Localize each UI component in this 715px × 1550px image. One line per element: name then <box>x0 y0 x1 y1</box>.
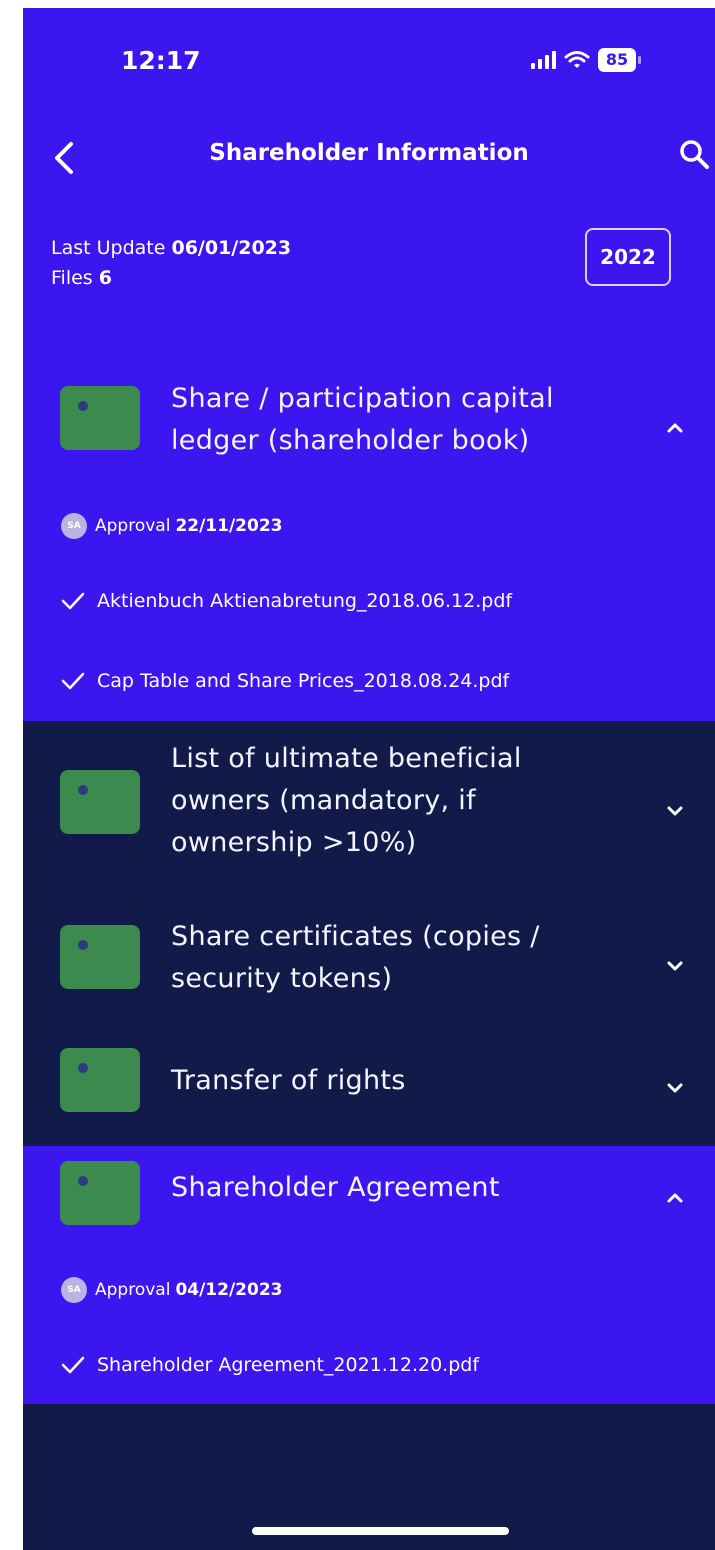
checkmark-icon <box>61 672 85 690</box>
section-title-line: ownership >10%) <box>171 827 417 858</box>
checkmark-icon <box>61 592 85 610</box>
last-update-value: 06/01/2023 <box>171 237 292 259</box>
file-name: Shareholder Agreement_2021.12.20.pdf <box>97 1354 480 1376</box>
chevron-down-icon[interactable] <box>663 799 687 823</box>
last-update: Last Update 06/01/2023 <box>51 233 291 263</box>
app-screen: 12:17 85 Shareholder Information Last Up… <box>23 8 715 1550</box>
chevron-down-icon[interactable] <box>663 1076 687 1100</box>
file-meta: Last Update 06/01/2023 Files 6 <box>51 233 291 293</box>
section-title-line: ledger (shareholder book) <box>171 425 530 456</box>
approval-label: Approval <box>95 516 171 536</box>
section-title: Transfer of rights <box>171 1060 406 1102</box>
approval-date: 22/11/2023 <box>175 516 283 536</box>
files-count: Files 6 <box>51 263 291 293</box>
search-icon[interactable] <box>676 136 715 176</box>
file-name: Aktienbuch Aktienabretung_2018.06.12.pdf <box>97 590 513 612</box>
section-title: Share certificates (copies / security to… <box>171 916 540 1000</box>
file-item[interactable]: Aktienbuch Aktienabretung_2018.06.12.pdf <box>61 590 512 612</box>
section-title-line: owners (mandatory, if <box>171 785 476 816</box>
header-area <box>23 8 715 721</box>
files-label: Files <box>51 267 93 289</box>
file-item[interactable]: Shareholder Agreement_2021.12.20.pdf <box>61 1354 479 1376</box>
section-title-line: Share / participation capital <box>171 383 554 414</box>
section-title: Share / participation capital ledger (sh… <box>171 378 554 462</box>
avatar: SA <box>61 513 87 539</box>
section-title-line: security tokens) <box>171 963 393 994</box>
file-item[interactable]: Cap Table and Share Prices_2018.08.24.pd… <box>61 670 509 692</box>
battery-icon: 85 <box>598 48 641 72</box>
status-time: 12:17 <box>121 46 201 75</box>
files-value: 6 <box>98 267 112 289</box>
page-title: Shareholder Information <box>209 140 529 166</box>
section-title: List of ultimate beneficial owners (mand… <box>171 738 522 864</box>
section-title-line: Transfer of rights <box>171 1065 406 1096</box>
chevron-up-icon[interactable] <box>663 416 687 440</box>
wifi-icon <box>564 51 590 68</box>
folder-icon <box>60 1048 140 1112</box>
last-update-label: Last Update <box>51 237 166 259</box>
folder-icon <box>60 770 140 834</box>
file-name: Cap Table and Share Prices_2018.08.24.pd… <box>97 670 510 692</box>
folder-icon <box>60 1161 140 1225</box>
chevron-up-icon[interactable] <box>663 1186 687 1210</box>
approval-date: 04/12/2023 <box>175 1280 283 1300</box>
section-title-line: Shareholder Agreement <box>171 1172 500 1203</box>
section-title-line: Share certificates (copies / <box>171 921 540 952</box>
approval-info: SA Approval 04/12/2023 <box>61 1277 282 1303</box>
chevron-down-icon[interactable] <box>663 954 687 978</box>
signal-icon <box>531 51 556 69</box>
approval-label: Approval <box>95 1280 171 1300</box>
checkmark-icon <box>61 1356 85 1374</box>
year-selector[interactable]: 2022 <box>585 228 671 286</box>
home-indicator[interactable] <box>252 1527 509 1535</box>
section-title: Shareholder Agreement <box>171 1167 500 1209</box>
folder-icon <box>60 386 140 450</box>
approval-info: SA Approval 22/11/2023 <box>61 513 282 539</box>
folder-icon <box>60 925 140 989</box>
section-title-line: List of ultimate beneficial <box>171 743 522 774</box>
status-indicators: 85 <box>530 46 641 74</box>
avatar: SA <box>61 1277 87 1303</box>
